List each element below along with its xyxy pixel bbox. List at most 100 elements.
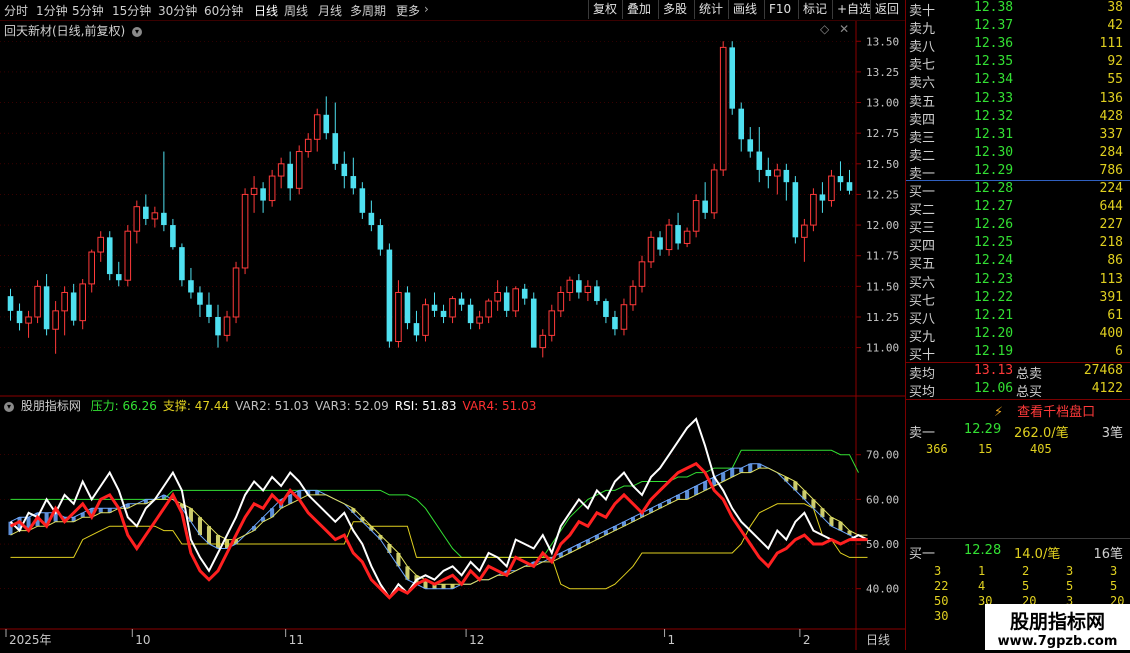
period-tab-9[interactable]: 多周期 <box>350 2 386 19</box>
ask-price: 12.36 <box>974 36 1014 52</box>
candle <box>133 200 141 244</box>
ask-row[interactable]: 卖一 12.29 786 <box>906 162 1130 182</box>
diamond-icon[interactable]: ◇ <box>820 22 829 36</box>
rsi-line <box>9 417 868 600</box>
candle <box>629 280 637 311</box>
bid-volume: 218 <box>1099 235 1123 251</box>
buy1-order-vol: 3 <box>1110 564 1118 578</box>
toolbar-button-1[interactable]: 叠加 <box>622 0 655 19</box>
candle <box>846 169 853 195</box>
ask-row[interactable]: 卖五 12.33 136 <box>906 91 1130 110</box>
toolbar-button-3[interactable]: 统计 <box>694 0 727 19</box>
candle <box>52 301 59 354</box>
bid-row[interactable]: 买九 12.20 400 <box>906 326 1130 345</box>
chart-area: 13.50 13.25 13.00 12.75 12.50 12.25 12.00 11.75… <box>0 21 905 650</box>
toolbar-button-5[interactable]: F10 <box>764 0 795 19</box>
period-tab-5[interactable]: 60分钟 <box>204 2 243 19</box>
close-icon[interactable]: ✕ <box>839 22 849 36</box>
candle-body <box>133 206 141 232</box>
date-tick-label: 11 <box>289 633 304 647</box>
sell1-order-vol: 15 <box>978 442 993 456</box>
candle-body <box>440 310 447 317</box>
candle-body <box>476 316 483 324</box>
ask-row[interactable]: 卖八 12.36 111 <box>906 36 1130 55</box>
toolbar-button-0[interactable]: 复权 <box>588 0 621 19</box>
chevron-down-icon[interactable]: ▾ <box>4 401 14 412</box>
candle-body <box>304 138 312 153</box>
candle <box>115 261 122 287</box>
bid-row[interactable]: 买五 12.24 86 <box>906 253 1130 272</box>
ask-row[interactable]: 卖七 12.35 92 <box>906 54 1130 74</box>
period-tab-3[interactable]: 15分钟 <box>112 2 151 19</box>
buy1-per: 14.0/笔 <box>1014 547 1061 562</box>
avg_sell-total-label: 总卖 <box>1016 367 1043 382</box>
period-tab-1[interactable]: 1分钟 <box>36 2 68 19</box>
candle-body <box>395 291 402 342</box>
indicator-pane-title: ▾ 股朋指标网 压力: 66.26 支撑: 47.44 VAR2: 51.03 VAR… <box>4 397 536 414</box>
candle-body <box>801 224 808 238</box>
candle-body <box>332 133 339 164</box>
bid-price: 12.22 <box>974 289 1014 305</box>
period-tab-10[interactable]: 更多 <box>396 2 420 19</box>
chevron-right-icon[interactable]: › <box>424 2 429 16</box>
qiandang-button[interactable]: ⚡ 查看千档盘口 <box>994 401 1095 420</box>
candle-body <box>710 169 718 214</box>
candle <box>25 310 32 338</box>
toolbar-button-2[interactable]: 多股 <box>658 0 691 19</box>
candle-body <box>431 304 438 311</box>
toolbar-button-8[interactable]: 返回 <box>870 0 903 19</box>
bid-row[interactable]: 买七 12.22 391 <box>906 289 1130 309</box>
ask-volume: 786 <box>1099 162 1123 178</box>
buy1-divider <box>906 538 1130 539</box>
bid-row[interactable]: 买三 12.26 227 <box>906 217 1130 236</box>
candle-body <box>494 291 501 302</box>
period-tab-4[interactable]: 30分钟 <box>158 2 197 19</box>
candle-body <box>539 334 547 349</box>
ask-price: 12.38 <box>974 0 1014 15</box>
ask-row[interactable]: 卖九 12.37 42 <box>906 18 1130 37</box>
price-tick-label: 12.50 <box>866 158 899 171</box>
kline-chart-svg[interactable]: 13.50 13.25 13.00 12.75 12.50 12.25 12.00 11.75… <box>0 21 905 650</box>
bid-row[interactable]: 买一 12.28 224 <box>906 181 1130 200</box>
bid-volume: 227 <box>1099 217 1123 233</box>
bid-price: 12.28 <box>974 181 1014 196</box>
ask-row[interactable]: 卖十 12.38 38 <box>906 0 1130 19</box>
indicator-value-1: 支撑: 47.44 <box>162 399 230 413</box>
candle <box>521 283 528 305</box>
candle-body <box>188 280 194 293</box>
bid-row[interactable]: 买八 12.21 61 <box>906 308 1130 327</box>
ask-row[interactable]: 卖六 12.34 55 <box>906 72 1130 91</box>
chevron-down-icon[interactable]: ▾ <box>132 26 143 37</box>
bid-row[interactable]: 买六 12.23 113 <box>906 271 1130 291</box>
candle <box>719 41 727 177</box>
period-tab-8[interactable]: 月线 <box>318 2 342 19</box>
candle <box>332 102 339 170</box>
ask-row[interactable]: 卖四 12.32 428 <box>906 109 1130 128</box>
candle-body <box>115 274 122 281</box>
ask-label: 卖三 <box>909 130 936 146</box>
ask-label: 卖七 <box>909 58 936 74</box>
toolbar-button-7[interactable]: +自选 <box>832 0 875 19</box>
candle-body <box>530 298 537 348</box>
period-tab-7[interactable]: 周线 <box>284 2 308 19</box>
toolbar-button-4[interactable]: 画线 <box>728 0 761 19</box>
bid-row[interactable]: 买十 12.19 6 <box>906 344 1130 363</box>
period-tab-2[interactable]: 5分钟 <box>72 2 104 19</box>
candle-body <box>206 304 212 317</box>
period-tab-0[interactable]: 分时 <box>4 2 28 19</box>
bid-row[interactable]: 买二 12.27 644 <box>906 199 1130 218</box>
main-pane-title: 回天新材(日线,前复权) ▾ <box>4 22 145 39</box>
candle <box>828 169 835 207</box>
avg_sell-row: 卖均 13.13 总卖 27468 <box>906 363 1130 382</box>
bid-volume: 113 <box>1099 271 1123 287</box>
candle <box>43 274 50 336</box>
ask-row[interactable]: 卖二 12.30 284 <box>906 145 1130 164</box>
candle-body <box>449 298 456 318</box>
buy1-order-vol: 4 <box>978 579 986 593</box>
period-tab-6[interactable]: 日线 <box>254 2 278 19</box>
bid-label: 买四 <box>909 239 936 255</box>
indicator-value-4: RSI: 51.83 <box>394 399 457 413</box>
bid-row[interactable]: 买四 12.25 218 <box>906 235 1130 255</box>
ask-row[interactable]: 卖三 12.31 337 <box>906 127 1130 146</box>
toolbar-button-6[interactable]: 标记 <box>798 0 831 19</box>
